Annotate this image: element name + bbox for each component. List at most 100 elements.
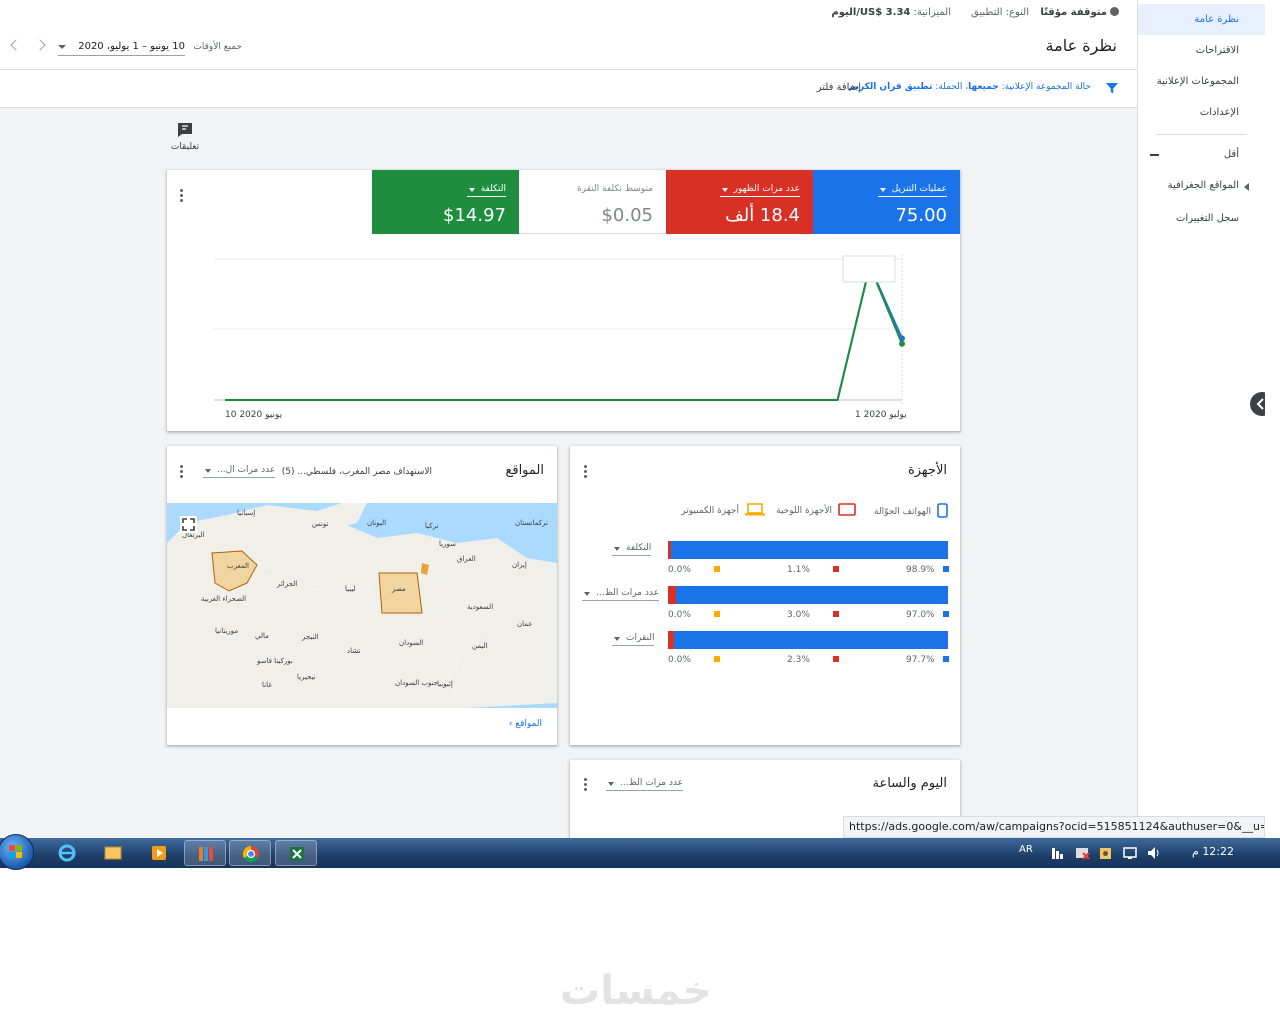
windows-logo-icon [9, 845, 22, 858]
map-country-label: غانا [262, 681, 272, 689]
percent-tablet: 2.3% [787, 655, 839, 665]
map-country-label: تشاد [347, 647, 360, 655]
metric-downloads[interactable]: عمليات التنزيل 75.00 [813, 170, 960, 234]
library-icon [199, 847, 213, 861]
browser-status-url: https://ads.google.com/aw/campaigns?ocid… [843, 816, 1265, 838]
metric-value: $14.97 [443, 205, 506, 226]
map-country-label: بوركينا فاسو [256, 657, 293, 665]
date-range-value[interactable]: 10 يونيو – 1 يوليو، 2020 [58, 41, 185, 56]
more-options-icon[interactable] [584, 465, 588, 479]
campaign-budget: الميزانية: US$ 3.34/اليوم [831, 7, 951, 18]
start-button[interactable] [0, 834, 34, 870]
more-options-icon[interactable] [180, 465, 184, 479]
chart-tooltip [842, 255, 896, 283]
tablet-segment [668, 586, 677, 604]
nav-item-change-history[interactable]: سجل التغييرات [1138, 203, 1265, 234]
nav-item-ad-groups[interactable]: المجموعات الإعلانية [1138, 66, 1265, 97]
mobile-segment [676, 586, 948, 604]
page-title: نظرة عامة [1045, 36, 1117, 55]
metric-name[interactable]: التكلفة [466, 184, 506, 197]
taskbar-excel[interactable] [275, 840, 317, 866]
mobile-segment [671, 541, 948, 559]
map-country-label: تونس [312, 520, 328, 528]
map-country-label: موريتانيا [215, 627, 238, 635]
notes-button[interactable]: تعليقات [168, 122, 202, 152]
metric-avg-cpc[interactable]: متوسط تكلفة النقرة $0.05 [519, 170, 666, 234]
map-country-label: اليمن [472, 642, 488, 650]
metric-name: متوسط تكلفة النقرة [576, 184, 653, 194]
system-tray[interactable] [1050, 845, 1160, 861]
metric-value: 18.4 ألف [725, 205, 800, 226]
filter-icon[interactable] [1105, 81, 1119, 95]
title-bar: نظرة عامة جميع الأوقات 10 يونيو – 1 يولي… [0, 27, 1137, 70]
date-range-label: جميع الأوقات [193, 42, 242, 52]
date-range-picker[interactable]: جميع الأوقات 10 يونيو – 1 يوليو، 2020 [50, 37, 242, 59]
map-country-label: سوريا [439, 540, 456, 548]
device-metric-select[interactable]: التكلفة [612, 543, 652, 556]
campaign-info-bar: متوقفة مؤقتًا النوع: التطبيق الميزانية: … [0, 0, 1137, 27]
metric-name[interactable]: عدد مرات الظهور [719, 184, 800, 197]
chevron-right-icon[interactable] [34, 39, 46, 51]
locations-map[interactable]: تركيا سورياالعراق إيران تونس المغرب الجزائر لي… [167, 503, 557, 708]
taskbar-media-player[interactable] [138, 840, 180, 866]
windows-taskbar: AR 12:22 م [0, 834, 1280, 870]
locations-link[interactable]: المواقع › [509, 719, 542, 729]
ads-app: متوقفة مؤقتًا النوع: التطبيق الميزانية: … [0, 0, 1265, 838]
nav-item-settings[interactable]: الإعدادات [1138, 97, 1265, 128]
taskbar-explorer[interactable] [92, 840, 134, 866]
map-country-label: الصحراء الغربية [201, 595, 246, 603]
device-share-bar[interactable] [668, 586, 948, 604]
chevron-left-icon[interactable] [10, 39, 22, 51]
mobile-segment [674, 631, 948, 649]
add-filter-button[interactable]: إضافة فلتر [817, 82, 861, 93]
metric-impressions[interactable]: عدد مرات الظهور 18.4 ألف [666, 170, 813, 234]
device-metric-select[interactable]: عدد مرات الظ... [582, 588, 659, 601]
legend-mobile: الهواتف الجوّالة [874, 503, 948, 518]
action-center-icon [1052, 848, 1063, 859]
tablet-icon [838, 503, 856, 516]
taskbar-app-1[interactable] [184, 840, 226, 866]
more-options-icon[interactable] [180, 189, 184, 203]
taskbar-ie[interactable] [46, 840, 88, 866]
metric-value: 75.00 [895, 205, 947, 226]
x-tick-start: 10 يونيو 2020 [225, 410, 283, 420]
nav-less-toggle[interactable]: أقل [1138, 141, 1265, 169]
map-country-label: السعودية [467, 603, 493, 611]
percent-computer: 0.0% [668, 565, 720, 575]
performance-chart: 10 يونيو 2020 1 يوليو 2020 [214, 254, 907, 420]
legend-computer: أجهزة الكمبيوتر [681, 503, 765, 516]
watermark-logo: خمسات [560, 968, 712, 1014]
fullscreen-icon[interactable] [180, 516, 197, 533]
active-filter[interactable]: حالة المجموعة الإعلانية: جميعها، الحملة:… [849, 82, 1091, 92]
nav-item-overview[interactable]: نظرة عامة [1138, 4, 1265, 35]
device-share-bar[interactable] [668, 541, 948, 559]
map-highlight-egypt [378, 572, 423, 614]
more-options-icon[interactable] [584, 778, 588, 792]
side-navigation: نظرة عامة الاقتراحات المجموعات الإعلانية… [1137, 0, 1265, 838]
metric-name[interactable]: عمليات التنزيل [877, 184, 947, 197]
dropdown-arrow-icon[interactable] [58, 45, 66, 49]
window-edge [1265, 0, 1280, 838]
nav-divider [1156, 134, 1247, 135]
device-metric-select[interactable]: النقرات [612, 633, 655, 646]
map-country-label: النيجر [301, 633, 319, 641]
map-country-label: جنوب السودان [395, 679, 438, 687]
language-indicator[interactable]: AR [1019, 844, 1033, 855]
percent-tablet: 3.0% [787, 610, 839, 620]
folder-icon [104, 846, 122, 860]
percent-tablet: 1.1% [787, 565, 839, 575]
metric-cost[interactable]: التكلفة $14.97 [372, 170, 519, 234]
collapse-handle[interactable] [1250, 392, 1265, 416]
taskbar-chrome[interactable] [229, 840, 271, 866]
percent-computer: 0.0% [668, 610, 720, 620]
display-icon [1123, 847, 1137, 859]
nav-item-locations[interactable]: المواقع الجغرافية [1138, 169, 1265, 203]
device-share-bar[interactable] [668, 631, 948, 649]
nav-item-recommendations[interactable]: الاقتراحات [1138, 35, 1265, 66]
map-country-label: السودان [399, 639, 423, 647]
day-hour-metric-select[interactable]: عدد مرات الظ... [606, 778, 683, 791]
map-country-label: عمان [517, 620, 533, 628]
clock[interactable]: 12:22 م [1192, 845, 1234, 858]
locations-metric-select[interactable]: عدد مرات ال... [203, 465, 276, 478]
map-country-label: تركيا [425, 522, 438, 530]
